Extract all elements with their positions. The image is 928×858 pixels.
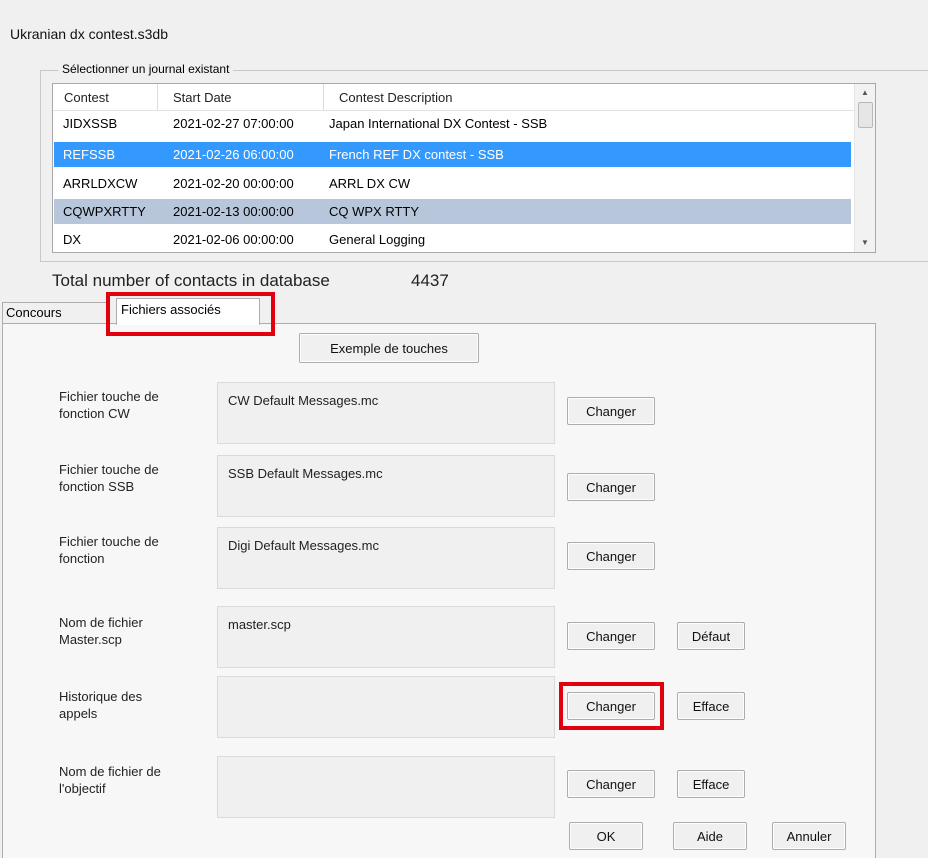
total-contacts-value: 4437 bbox=[411, 271, 449, 290]
change-cw-file-button[interactable]: Changer bbox=[567, 397, 655, 425]
default-master-scp-button[interactable]: Défaut bbox=[677, 622, 745, 650]
ssb-function-key-file-label: Fichier touche de fonction SSB bbox=[59, 462, 159, 494]
column-header-description[interactable]: Contest Description bbox=[339, 90, 452, 105]
description-cell: CQ WPX RTTY bbox=[329, 204, 420, 219]
contest-cell: JIDXSSB bbox=[63, 116, 118, 131]
contest-list[interactable]: Contest Start Date Contest Description J… bbox=[52, 83, 876, 253]
ok-button[interactable]: OK bbox=[569, 822, 643, 850]
description-cell: French REF DX contest - SSB bbox=[329, 147, 504, 162]
highlight-box bbox=[559, 682, 664, 730]
scroll-down-arrow-icon[interactable]: ▼ bbox=[855, 234, 875, 252]
contest-row[interactable]: JIDXSSB 2021-02-27 07:00:00 Japan Intern… bbox=[54, 111, 851, 136]
master-scp-file-label: Nom de fichier Master.scp bbox=[59, 615, 143, 647]
start-date-cell: 2021-02-27 07:00:00 bbox=[173, 116, 294, 131]
contest-cell: CQWPXRTTY bbox=[63, 204, 146, 219]
cw-function-key-file-field[interactable]: CW Default Messages.mc bbox=[217, 382, 555, 444]
contest-row-selected[interactable]: REFSSB 2021-02-26 06:00:00 French REF DX… bbox=[54, 142, 851, 167]
clear-target-file-button[interactable]: Efface bbox=[677, 770, 745, 798]
contest-cell: ARRLDXCW bbox=[63, 176, 138, 191]
start-date-cell: 2021-02-26 06:00:00 bbox=[173, 147, 294, 162]
description-cell: Japan International DX Contest - SSB bbox=[329, 116, 548, 131]
master-scp-file-field[interactable]: master.scp bbox=[217, 606, 555, 668]
call-history-file-label: Historique des appels bbox=[59, 689, 143, 721]
ssb-function-key-file-field[interactable]: SSB Default Messages.mc bbox=[217, 455, 555, 517]
start-date-cell: 2021-02-06 00:00:00 bbox=[173, 232, 294, 247]
contest-row[interactable]: ARRLDXCW 2021-02-20 00:00:00 ARRL DX CW bbox=[54, 171, 851, 196]
contest-cell: REFSSB bbox=[63, 147, 116, 162]
example-keys-button[interactable]: Exemple de touches bbox=[299, 333, 479, 363]
total-contacts-label: Total number of contacts in database bbox=[52, 271, 330, 290]
contest-list-header: Contest Start Date Contest Description bbox=[53, 84, 855, 111]
target-file-field[interactable] bbox=[217, 756, 555, 818]
column-header-start-date[interactable]: Start Date bbox=[173, 90, 232, 105]
contest-cell: DX bbox=[63, 232, 82, 247]
scroll-up-arrow-icon[interactable]: ▲ bbox=[855, 84, 875, 102]
contest-row[interactable]: CQWPXRTTY 2021-02-13 00:00:00 CQ WPX RTT… bbox=[54, 199, 851, 224]
cw-function-key-file-label: Fichier touche de fonction CW bbox=[59, 389, 159, 421]
scroll-thumb[interactable] bbox=[858, 102, 873, 128]
digi-function-key-file-label: Fichier touche de fonction bbox=[59, 534, 159, 566]
digi-function-key-file-field[interactable]: Digi Default Messages.mc bbox=[217, 527, 555, 589]
contest-row[interactable]: DX 2021-02-06 00:00:00 General Logging bbox=[54, 227, 851, 252]
start-date-cell: 2021-02-13 00:00:00 bbox=[173, 204, 294, 219]
call-history-file-field[interactable] bbox=[217, 676, 555, 738]
journal-groupbox-legend: Sélectionner un journal existant bbox=[58, 62, 234, 76]
description-cell: General Logging bbox=[329, 232, 426, 247]
window-title: Ukranian dx contest.s3db bbox=[10, 26, 168, 42]
change-digi-file-button[interactable]: Changer bbox=[567, 542, 655, 570]
change-ssb-file-button[interactable]: Changer bbox=[567, 473, 655, 501]
column-header-contest[interactable]: Contest bbox=[64, 90, 109, 105]
start-date-cell: 2021-02-20 00:00:00 bbox=[173, 176, 294, 191]
clear-call-history-button[interactable]: Efface bbox=[677, 692, 745, 720]
tab-concours[interactable]: Concours bbox=[2, 302, 110, 325]
list-scrollbar[interactable]: ▲ ▼ bbox=[854, 84, 875, 252]
column-separator bbox=[323, 84, 324, 110]
column-separator bbox=[157, 84, 158, 110]
highlight-box bbox=[106, 292, 275, 336]
change-master-scp-button[interactable]: Changer bbox=[567, 622, 655, 650]
cancel-button[interactable]: Annuler bbox=[772, 822, 846, 850]
help-button[interactable]: Aide bbox=[673, 822, 747, 850]
description-cell: ARRL DX CW bbox=[329, 176, 411, 191]
target-file-label: Nom de fichier de l'objectif bbox=[59, 764, 161, 796]
change-target-file-button[interactable]: Changer bbox=[567, 770, 655, 798]
